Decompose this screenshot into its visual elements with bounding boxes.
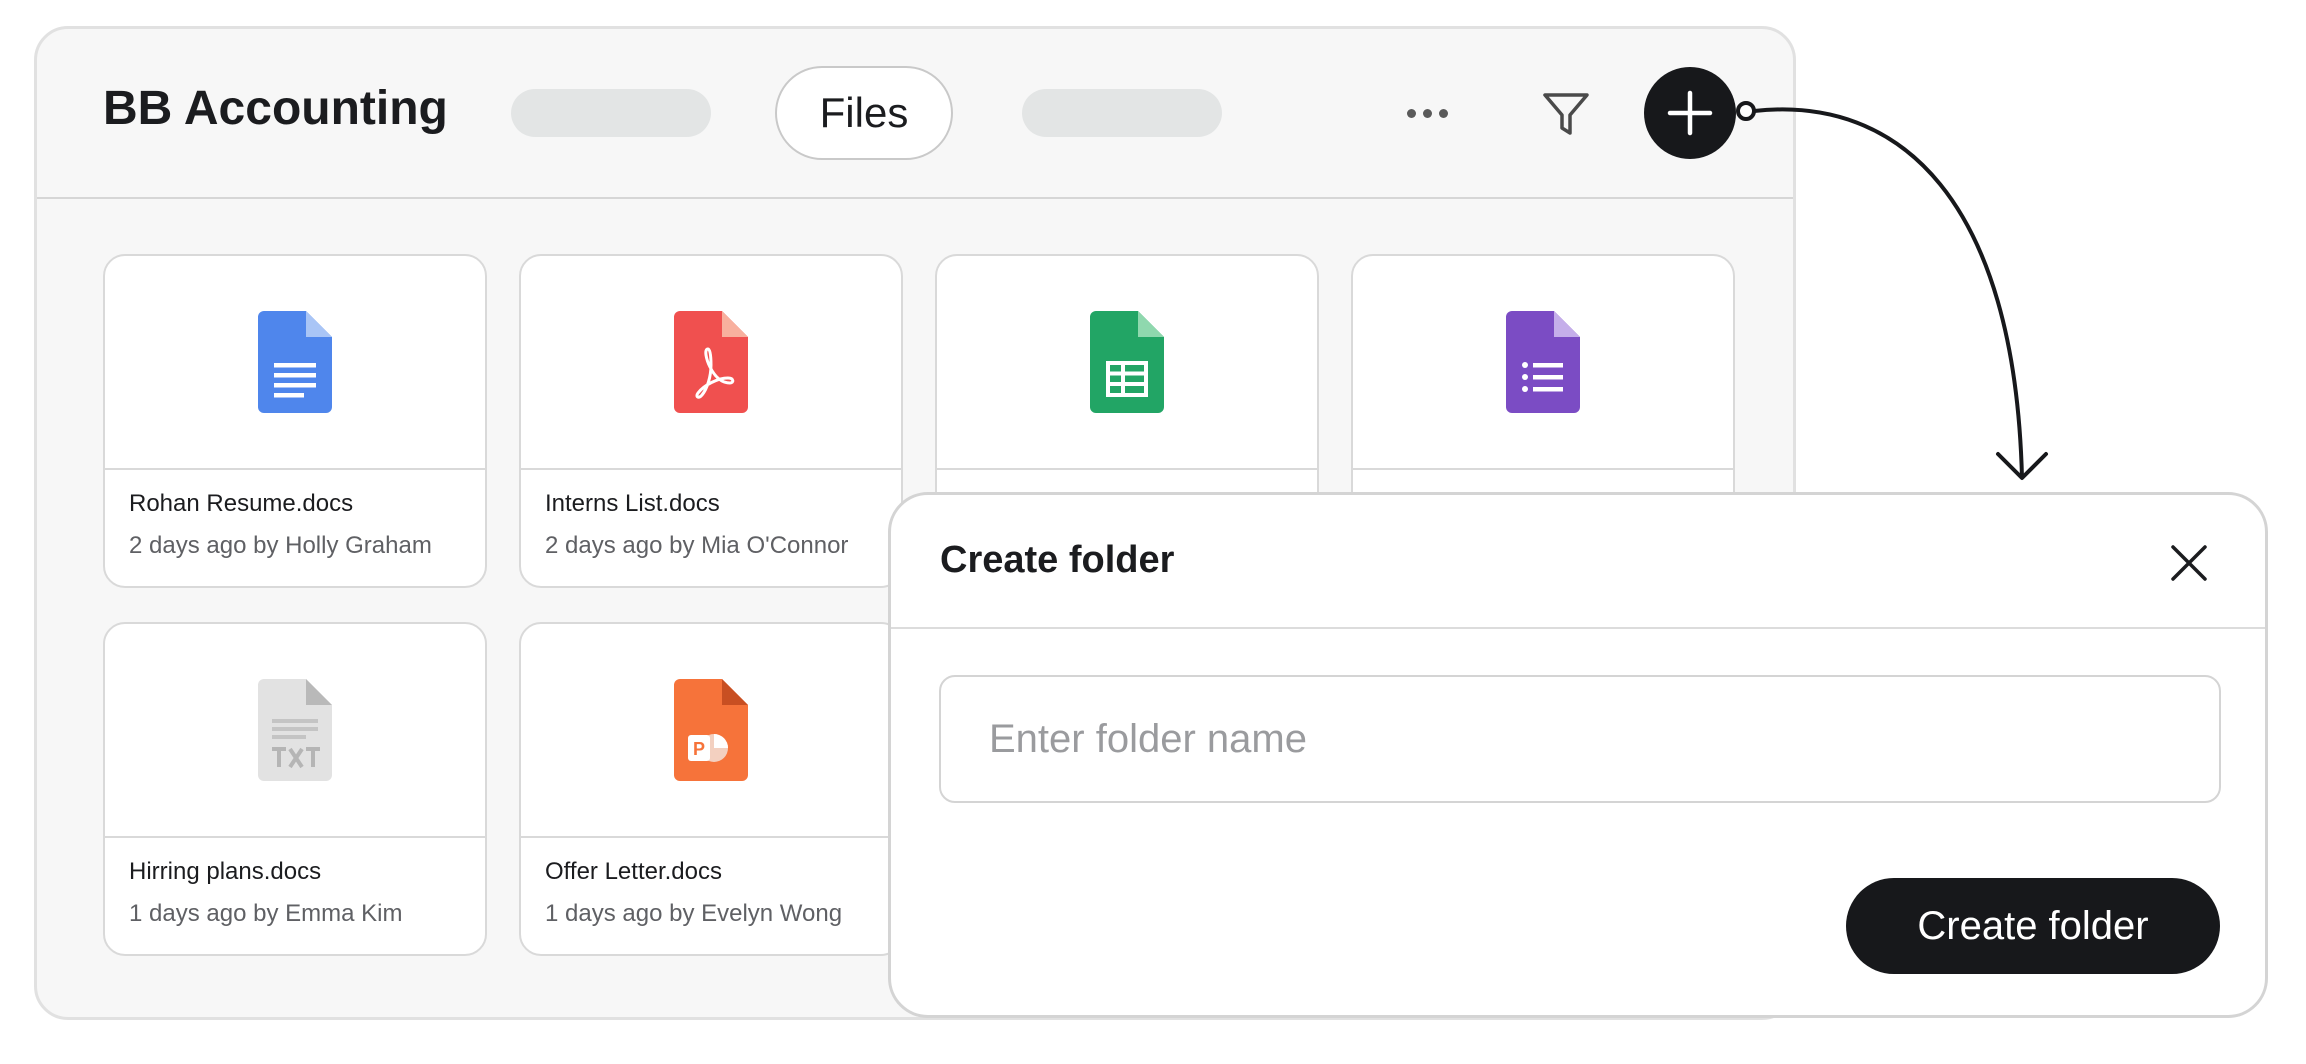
pdf-icon	[674, 311, 748, 413]
file-name: Offer Letter.docs	[545, 858, 722, 885]
close-button[interactable]	[2167, 541, 2211, 585]
google-docs-icon	[258, 311, 332, 413]
file-thumbnail	[105, 624, 485, 838]
powerpoint-icon: P	[674, 679, 748, 781]
dialog-header: Create folder	[891, 495, 2265, 629]
file-meta: 2 days ago by Mia O'Connor	[545, 532, 849, 559]
create-folder-button[interactable]: Create folder	[1846, 878, 2220, 974]
add-button[interactable]	[1644, 67, 1736, 159]
app-header: BB Accounting Files	[37, 29, 1793, 199]
more-options-button[interactable]	[1392, 91, 1462, 135]
file-name: Hirring plans.docs	[129, 858, 322, 885]
file-thumbnail	[105, 256, 485, 470]
filter-icon	[1543, 93, 1589, 135]
google-forms-icon	[1506, 311, 1580, 413]
dialog-title: Create folder	[940, 539, 1175, 581]
file-name: Interns List.docs	[545, 490, 720, 517]
file-thumbnail	[937, 256, 1317, 470]
file-thumbnail	[1353, 256, 1733, 470]
file-meta: 1 days ago by Emma Kim	[129, 900, 403, 927]
file-card[interactable]: Hirring plans.docs 1 days ago by Emma Ki…	[103, 622, 487, 956]
file-card[interactable]: Interns List.docs 2 days ago by Mia O'Co…	[519, 254, 903, 588]
txt-file-icon	[258, 679, 332, 781]
tab-placeholder-left[interactable]	[511, 89, 711, 137]
more-horizontal-icon-dot	[1406, 108, 1416, 118]
file-thumbnail	[521, 256, 901, 470]
file-meta: 1 days ago by Evelyn Wong	[545, 900, 843, 927]
file-card[interactable]: P Offer Letter.docs 1 days ago by Evelyn…	[519, 622, 903, 956]
file-thumbnail: P	[521, 624, 901, 838]
filter-button[interactable]	[1537, 85, 1595, 143]
tab-placeholder-right[interactable]	[1022, 89, 1222, 137]
file-meta: 2 days ago by Holly Graham	[129, 532, 432, 559]
close-icon	[2171, 545, 2207, 581]
svg-text:P: P	[693, 739, 705, 759]
google-sheets-icon	[1090, 311, 1164, 413]
plus-icon	[1667, 90, 1713, 136]
more-horizontal-icon-dot	[1438, 108, 1448, 118]
create-folder-dialog: Create folder Create folder	[888, 492, 2268, 1018]
file-name: Rohan Resume.docs	[129, 490, 354, 517]
folder-name-input[interactable]	[939, 675, 2221, 803]
file-card[interactable]: Rohan Resume.docs 2 days ago by Holly Gr…	[103, 254, 487, 588]
more-horizontal-icon-dot	[1422, 108, 1432, 118]
tab-files[interactable]: Files	[775, 66, 953, 160]
app-title: BB Accounting	[103, 82, 448, 135]
